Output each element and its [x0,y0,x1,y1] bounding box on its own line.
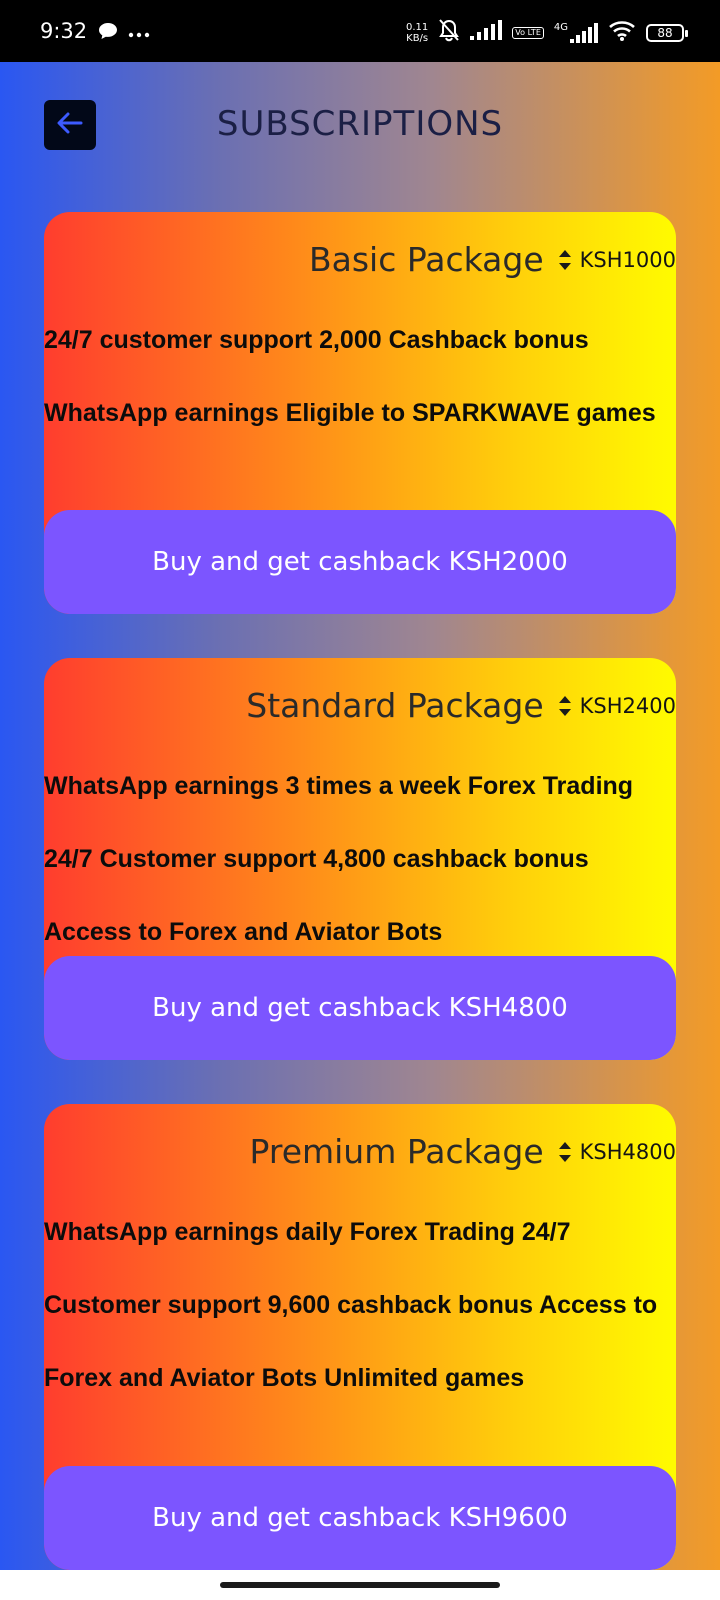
package-header: Premium Package KSH4800 [250,1132,676,1171]
bell-muted-icon [438,18,460,47]
battery-icon: 88 [646,23,688,42]
net-speed-value: 0.11 [406,21,429,33]
package-features: 24/7 customer support 2,000 Cashback bon… [44,326,656,427]
sort-icon [558,695,572,717]
package-price: KSH1000 [579,247,676,272]
package-header: Basic Package KSH1000 [309,240,676,279]
net-speed: 0.11 KB/s [406,22,428,44]
more-dots-icon [128,25,150,43]
package-price: KSH4800 [579,1139,676,1164]
buy-basic-button[interactable]: Buy and get cashback KSH2000 [44,510,676,614]
wifi-icon [608,19,636,46]
chat-bubble-icon [98,22,118,45]
package-name: Standard Package [246,686,544,725]
subscriptions-screen: SUBSCRIPTIONS Basic Package KSH1000 24/7… [0,62,720,1570]
page-title: SUBSCRIPTIONS [216,104,504,144]
status-bar: 9:32 0.11 KB/s Vo LTE 4G 88 [0,0,720,62]
home-indicator[interactable] [220,1582,500,1588]
package-header: Standard Package KSH2400 [246,686,676,725]
status-right-icons: 0.11 KB/s Vo LTE 4G 88 [406,18,688,47]
buy-premium-button[interactable]: Buy and get cashback KSH9600 [44,1466,676,1570]
status-left-icons [98,22,150,45]
arrow-left-icon [57,112,83,139]
package-card-standard: Standard Package KSH2400 WhatsApp earnin… [44,658,676,1060]
package-card-premium: Premium Package KSH4800 WhatsApp earning… [44,1104,676,1570]
package-name: Basic Package [309,240,544,279]
signal-4g-icon: 4G [553,21,598,43]
package-card-basic: Basic Package KSH1000 24/7 customer supp… [44,212,676,614]
buy-standard-button[interactable]: Buy and get cashback KSH4800 [44,956,676,1060]
volte-badge: Vo LTE [512,26,544,39]
sort-icon [558,249,572,271]
package-features: WhatsApp earnings daily Forex Trading 24… [44,1218,658,1392]
status-time: 9:32 [40,19,88,43]
package-name: Premium Package [249,1132,544,1171]
back-button[interactable] [44,100,96,150]
net-speed-unit: KB/s [406,32,429,44]
package-features: WhatsApp earnings 3 times a week Forex T… [44,772,634,946]
package-price: KSH2400 [579,693,676,718]
network-label: 4G [553,21,568,33]
sort-icon [558,1141,572,1163]
signal-icon [470,20,503,45]
